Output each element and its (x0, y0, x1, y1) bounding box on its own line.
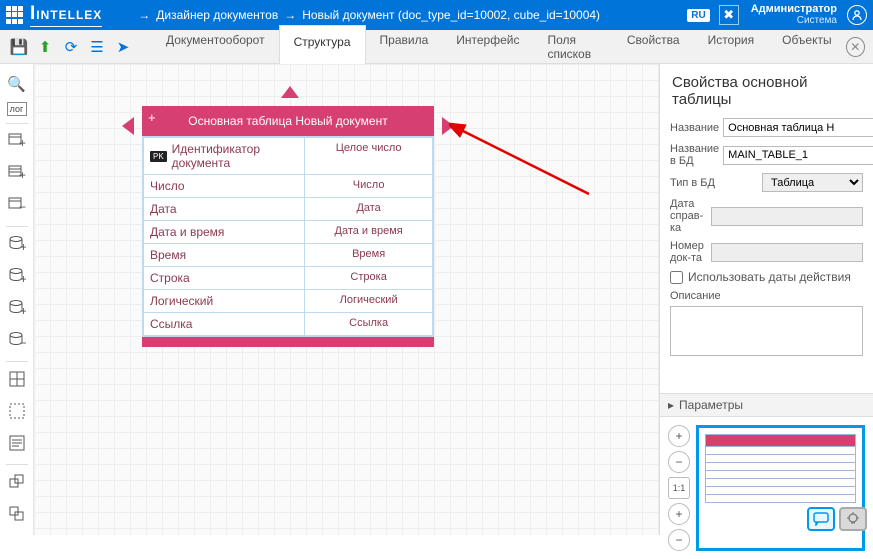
table-title: Основная таблица Новый документ (188, 114, 387, 128)
db-remove-icon[interactable]: − (3, 326, 31, 354)
zoom-in-icon[interactable]: + (668, 425, 690, 447)
zoom-reset-icon[interactable]: 1:1 (668, 477, 690, 499)
dbtype-select[interactable]: Таблица (762, 173, 863, 192)
chevron-right-icon: ▸ (668, 398, 674, 412)
panel-title: Свойства основной таблицы (660, 64, 873, 114)
expand-up-icon[interactable] (281, 86, 299, 98)
tab-properties[interactable]: Свойства (613, 24, 694, 70)
svg-text:−: − (19, 200, 26, 214)
table-row[interactable]: Дата и времяДата и время (144, 221, 432, 244)
tabs: Документооборот Структура Правила Интерф… (152, 24, 846, 70)
table-row[interactable]: СтрокаСтрока (144, 267, 432, 290)
annotation-arrow (449, 119, 599, 209)
tab-history[interactable]: История (694, 24, 769, 70)
main-table-widget[interactable]: + Основная таблица Новый документ PKИден… (142, 106, 434, 347)
pk-badge: PK (150, 151, 167, 162)
label-name: Название (670, 122, 719, 134)
tools-icon[interactable]: ✖ (719, 5, 739, 25)
add-grid2-icon[interactable]: + (3, 159, 31, 187)
tab-rules[interactable]: Правила (366, 24, 443, 70)
properties-panel: Свойства основной таблицы Название Назва… (659, 64, 873, 535)
expand-left-icon[interactable] (122, 117, 134, 135)
chevron-right-icon: → (138, 8, 150, 22)
refresh-icon[interactable]: ⟳ (62, 38, 80, 56)
zoom-in2-icon[interactable]: + (668, 503, 690, 525)
params-section[interactable]: ▸Параметры (660, 393, 873, 417)
svg-text:+: + (20, 272, 26, 285)
log-icon[interactable]: лог (7, 102, 27, 116)
list-icon[interactable]: ☰ (88, 38, 106, 56)
label-refdate: Дата справ-ка (670, 198, 707, 234)
label-dbtype: Тип в БД (670, 177, 758, 189)
send-icon[interactable]: ➤ (114, 38, 132, 56)
tab-objects[interactable]: Объекты (768, 24, 846, 70)
apps-icon[interactable] (6, 6, 24, 24)
search-icon[interactable]: 🔍 (3, 70, 31, 98)
upload-icon[interactable]: ⬆ (36, 38, 54, 56)
logo-text: IINTELLEX (30, 3, 102, 27)
sidebar: 🔍 лог + + − + + + − (0, 64, 34, 535)
label-desc: Описание (670, 290, 863, 302)
user-block[interactable]: Администратор Система (751, 3, 837, 27)
breadcrumb: → Дизайнер документов → Новый документ (… (138, 8, 600, 22)
usedate-check[interactable]: Использовать даты действия (670, 270, 863, 284)
ungroup-icon[interactable] (3, 500, 31, 528)
dbname-input[interactable] (723, 146, 873, 165)
user-role: Система (751, 15, 837, 27)
label-docnum: Номер док-та (670, 240, 707, 264)
zoom-out-icon[interactable]: − (668, 451, 690, 473)
breadcrumb-item[interactable]: Дизайнер документов (156, 8, 278, 22)
add-grid-icon[interactable]: + (3, 127, 31, 155)
docnum-input (711, 243, 863, 262)
remove-grid-icon[interactable]: − (3, 191, 31, 219)
logo: IINTELLEX (30, 3, 102, 27)
svg-text:+: + (19, 136, 26, 150)
desc-textarea[interactable] (670, 306, 863, 356)
chat-icon[interactable] (807, 507, 835, 531)
form-icon[interactable] (3, 429, 31, 457)
refdate-input (711, 207, 863, 226)
db-add-icon[interactable]: + (3, 230, 31, 258)
user-icon[interactable] (847, 5, 867, 25)
preview-area: + − 1:1 + − (660, 417, 873, 559)
table-row[interactable]: СсылкаСсылка (144, 313, 432, 335)
svg-text:−: − (20, 336, 26, 349)
select-icon[interactable] (3, 397, 31, 425)
table-header[interactable]: + Основная таблица Новый документ (142, 106, 434, 136)
table-row[interactable]: PKИдентификатор документаЦелое число (144, 138, 432, 175)
group-icon[interactable] (3, 468, 31, 496)
svg-text:+: + (19, 168, 26, 182)
user-name: Администратор (751, 3, 837, 15)
db-add2-icon[interactable]: + (3, 262, 31, 290)
chevron-right-icon: → (284, 8, 296, 22)
add-field-icon[interactable]: + (148, 110, 156, 125)
save-icon[interactable]: 💾 (10, 38, 28, 56)
table-footer (142, 337, 434, 347)
tab-listfields[interactable]: Поля списков (533, 24, 612, 70)
table-row[interactable]: ЧислоЧисло (144, 175, 432, 198)
svg-text:+: + (20, 304, 26, 317)
minimap[interactable] (696, 425, 865, 551)
table-row[interactable]: ВремяВремя (144, 244, 432, 267)
table-row[interactable]: ЛогическийЛогический (144, 290, 432, 313)
toolbar: 💾 ⬆ ⟳ ☰ ➤ Документооборот Структура Прав… (0, 30, 873, 64)
table-row[interactable]: ДатаДата (144, 198, 432, 221)
label-dbname: Название в БД (670, 143, 719, 167)
zoom-out2-icon[interactable]: − (668, 529, 690, 551)
usedate-checkbox[interactable] (670, 271, 683, 284)
language-badge[interactable]: RU (687, 9, 709, 22)
grid-icon[interactable] (3, 365, 31, 393)
name-input[interactable] (723, 118, 873, 137)
db-add3-icon[interactable]: + (3, 294, 31, 322)
expand-right-icon[interactable] (442, 117, 454, 135)
tab-workflow[interactable]: Документооборот (152, 24, 279, 70)
idea-icon[interactable] (839, 507, 867, 531)
tab-interface[interactable]: Интерфейс (442, 24, 533, 70)
svg-text:+: + (20, 240, 26, 253)
canvas[interactable]: + Основная таблица Новый документ PKИден… (34, 64, 659, 535)
breadcrumb-item[interactable]: Новый документ (doc_type_id=10002, cube_… (302, 8, 600, 22)
close-icon[interactable]: ✕ (846, 37, 865, 57)
